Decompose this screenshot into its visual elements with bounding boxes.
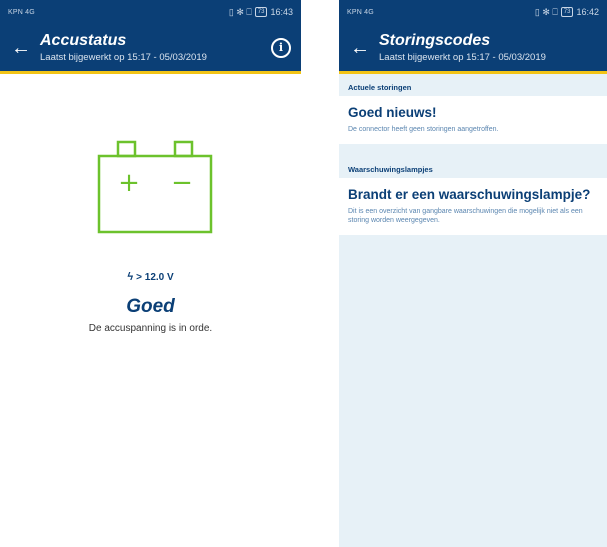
status-bar: KPN 4G ▯ ✻ ⎕ 73 16:42 [339,0,607,24]
last-updated-label: Laatst bijgewerkt op 15:17 - 05/03/2019 [379,52,546,63]
battery-status-description: De accuspanning is in orde. [88,323,213,334]
status-icons: ▯ ✻ ⎕ [228,6,252,17]
battery-plus-sign: + [118,168,140,198]
back-arrow-icon[interactable]: ← [345,38,375,58]
faults-card: Goed nieuws! De connector heeft geen sto… [339,96,607,144]
faults-card-text: De connector heeft geen storingen aanget… [348,126,499,133]
battery-terminal-left [116,140,137,158]
storingscodes-screen: KPN 4G ▯ ✻ ⎕ 73 16:42 ← Storingscodes La… [339,0,607,547]
battery-icon: + − [96,139,214,235]
battery-level-icon: 73 [560,7,574,17]
section-heading: Waarschuwingslampjes [339,156,607,178]
status-bar: KPN 4G ▯ ✻ ⎕ 73 16:43 [0,0,301,24]
app-header: ← Storingscodes Laatst bijgewerkt op 15:… [339,24,607,74]
battery-body [97,154,213,234]
section-heading: Actuele storingen [339,74,607,96]
warning-lights-section: Waarschuwingslampjes Brandt er een waars… [339,156,607,235]
last-updated-label: Laatst bijgewerkt op 15:17 - 05/03/2019 [40,52,207,63]
carrier-label: KPN 4G [347,8,374,16]
warning-lights-card[interactable]: Brandt er een waarschuwingslampje? Dit i… [339,178,607,235]
current-faults-section: Actuele storingen Goed nieuws! De connec… [339,74,607,144]
battery-status: Goed [126,296,175,317]
carrier-label: KPN 4G [8,8,35,16]
info-icon[interactable]: i [271,37,291,58]
battery-terminal-right [173,140,194,158]
page-title: Storingscodes [379,32,491,49]
status-time: 16:42 [576,7,599,17]
page-title: Accustatus [40,32,127,49]
accustatus-screen: KPN 4G ▯ ✻ ⎕ 73 16:43 ← Accustatus Laats… [0,0,301,547]
app-header: ← Accustatus Laatst bijgewerkt op 15:17 … [0,24,301,74]
battery-minus-sign: − [171,168,193,198]
status-time: 16:43 [270,7,293,17]
status-icons: ▯ ✻ ⎕ [534,6,558,17]
back-arrow-icon[interactable]: ← [6,38,36,58]
voltage-readout: ϟ > 12.0 V [0,271,301,283]
faults-card-title: Goed nieuws! [348,105,437,120]
warning-lights-card-title: Brandt er een waarschuwingslampje? [348,187,591,202]
voltage-value: > 12.0 V [136,272,174,283]
lightning-bolt-icon: ϟ [127,271,134,283]
warning-lights-card-text: Dit is een overzicht van gangbare waarsc… [348,208,583,224]
battery-level-icon: 73 [254,7,268,17]
